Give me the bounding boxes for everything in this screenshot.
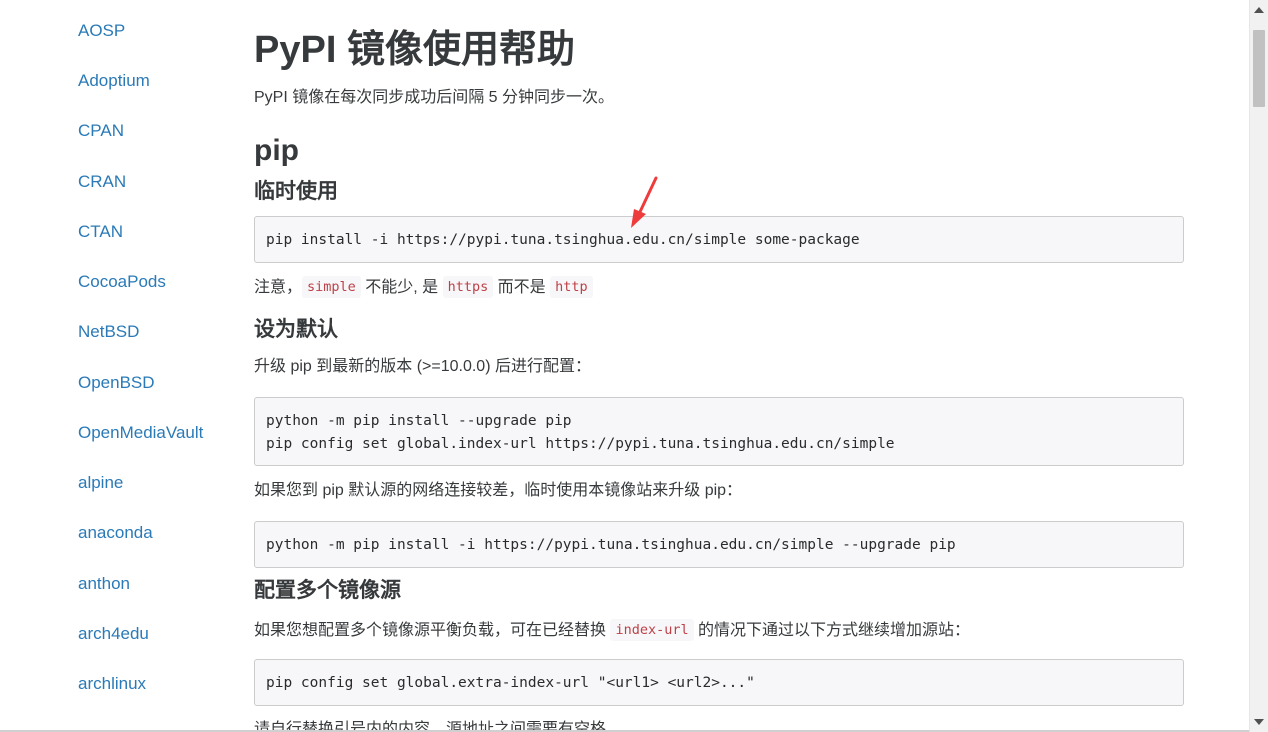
sidebar-item-anaconda[interactable]: anaconda [78, 523, 153, 543]
note-text: 注意， simple 不能少, 是 https 而不是 http [254, 276, 593, 299]
page-title: PyPI 镜像使用帮助 [254, 29, 575, 71]
code-line: pip config set global.extra-index-url "<… [266, 675, 755, 691]
browser-viewport: AOSP Adoptium CPAN CRAN CTAN CocoaPods N… [0, 0, 1268, 732]
code-block-upgrade-pip[interactable]: python -m pip install -i https://pypi.tu… [254, 521, 1184, 568]
sidebar-item-archlinux[interactable]: archlinux [78, 674, 146, 694]
sidebar-item-arch4edu[interactable]: arch4edu [78, 624, 149, 644]
note-mid-2: 而不是 [493, 279, 551, 296]
code-line: python -m pip install --upgrade pip [266, 413, 572, 429]
code-block-extra-index-url[interactable]: pip config set global.extra-index-url "<… [254, 659, 1184, 706]
sidebar-item-netbsd[interactable]: NetBSD [78, 322, 139, 342]
sidebar-item-ctan[interactable]: CTAN [78, 222, 123, 242]
code-line: pip install -i https://pypi.tuna.tsinghu… [266, 232, 860, 248]
multi-mirror-text: 如果您想配置多个镜像源平衡负载，可在已经替换 index-url 的情况下通过以… [254, 619, 970, 642]
default-intro-text: 升级 pip 到最新的版本 (>=10.0.0) 后进行配置： [254, 358, 591, 375]
inline-code-index-url: index-url [610, 619, 694, 641]
scroll-up-arrow-icon[interactable] [1254, 7, 1264, 13]
note-prefix: 注意， [254, 279, 303, 296]
subheading-temporary-use: 临时使用 [254, 180, 338, 203]
code-block-temporary-install[interactable]: pip install -i https://pypi.tuna.tsinghu… [254, 216, 1184, 263]
sidebar-item-alpine[interactable]: alpine [78, 473, 123, 493]
note-mid-1: 不能少, 是 [360, 279, 443, 296]
sidebar-item-adoptium[interactable]: Adoptium [78, 71, 150, 91]
scroll-down-arrow-icon[interactable] [1254, 719, 1264, 725]
code-block-set-default[interactable]: python -m pip install --upgrade pip pip … [254, 397, 1184, 466]
code-line: pip config set global.index-url https://… [266, 436, 895, 452]
intro-text: PyPI 镜像在每次同步成功后间隔 5 分钟同步一次。 [254, 89, 615, 106]
inline-code-http: http [550, 276, 593, 298]
code-line: python -m pip install -i https://pypi.tu… [266, 537, 956, 553]
sidebar-item-openmediavault[interactable]: OpenMediaVault [78, 423, 203, 443]
scrollbar-thumb[interactable] [1253, 30, 1265, 107]
main-content: PyPI 镜像使用帮助 PyPI 镜像在每次同步成功后间隔 5 分钟同步一次。 … [254, 0, 1194, 732]
slow-network-text: 如果您到 pip 默认源的网络连接较差，临时使用本镜像站来升级 pip： [254, 482, 743, 499]
sidebar-item-aosp[interactable]: AOSP [78, 21, 125, 41]
sidebar-nav: AOSP Adoptium CPAN CRAN CTAN CocoaPods N… [0, 0, 230, 732]
vertical-scrollbar[interactable] [1249, 0, 1268, 732]
sidebar-item-cpan[interactable]: CPAN [78, 121, 124, 141]
sidebar-item-openbsd[interactable]: OpenBSD [78, 373, 155, 393]
multi-text-prefix: 如果您想配置多个镜像源平衡负载，可在已经替换 [254, 622, 611, 639]
sidebar-item-cocoapods[interactable]: CocoaPods [78, 272, 166, 292]
subheading-multiple-mirrors: 配置多个镜像源 [254, 579, 401, 602]
sidebar-item-anthon[interactable]: anthon [78, 574, 130, 594]
section-heading-pip: pip [254, 134, 299, 167]
inline-code-https: https [442, 276, 494, 298]
inline-code-simple: simple [302, 276, 361, 298]
multi-text-suffix: 的情况下通过以下方式继续增加源站： [693, 622, 971, 639]
sidebar-item-cran[interactable]: CRAN [78, 172, 126, 192]
red-arrow-icon [631, 176, 658, 228]
subheading-set-default: 设为默认 [254, 318, 338, 341]
